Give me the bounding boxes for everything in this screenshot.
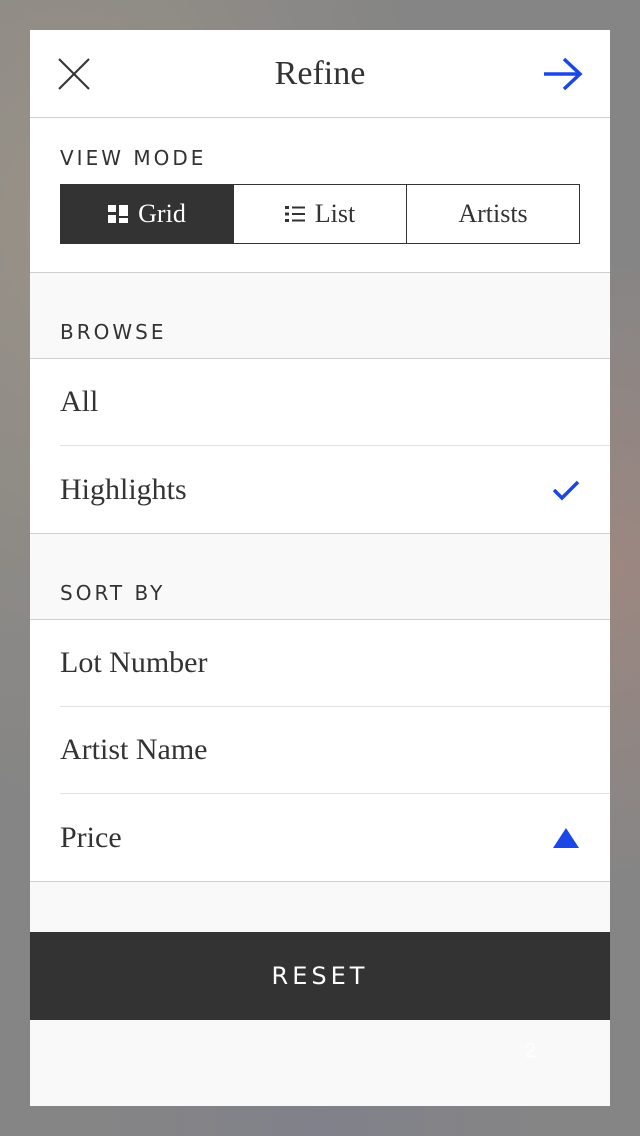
browse-list: All Highlights [30,359,610,534]
checkmark-icon [552,480,580,500]
view-mode-grid[interactable]: Grid [61,185,233,243]
reset-button[interactable]: RESET [30,932,610,1020]
list-icon [284,205,305,223]
sort-item-artist-name[interactable]: Artist Name [60,707,610,794]
grid-icon [108,205,129,223]
view-mode-list-label: List [314,199,356,228]
arrow-right-icon [544,57,583,91]
sort-ascending-icon [553,827,579,848]
view-mode-grid-label: Grid [138,199,186,228]
page-title: Refine [274,55,366,92]
header: Refine [30,30,610,118]
apply-button[interactable] [540,56,584,92]
view-mode-artists-label: Artists [458,199,528,228]
view-mode-section: VIEW MODE Grid List Artists [30,118,610,273]
sort-item-price[interactable]: Price [60,794,610,881]
browse-item-label: Highlights [60,472,187,506]
browse-item-label: All [60,385,99,418]
sort-item-label: Price [60,820,122,854]
sort-by-list: Lot Number Artist Name Price [30,620,610,882]
view-mode-list[interactable]: List [233,185,406,243]
sort-item-label: Artist Name [60,733,208,766]
browse-item-highlights[interactable]: Highlights [60,446,610,533]
browse-header: BROWSE [30,273,610,359]
browse-label: BROWSE [60,320,167,344]
view-mode-artists[interactable]: Artists [406,185,579,243]
browse-item-all[interactable]: All [60,359,610,446]
sort-by-label: SORT BY [60,581,166,605]
sort-item-label: Lot Number [60,646,208,679]
refine-panel: Refine VIEW MODE Grid List Artists BROWS… [30,30,610,1106]
view-mode-label: VIEW MODE [60,146,207,170]
page-number: 2 [524,1040,536,1062]
view-mode-segmented-control: Grid List Artists [60,184,580,244]
sort-item-lot-number[interactable]: Lot Number [60,620,610,707]
sort-by-header: SORT BY [30,534,610,620]
